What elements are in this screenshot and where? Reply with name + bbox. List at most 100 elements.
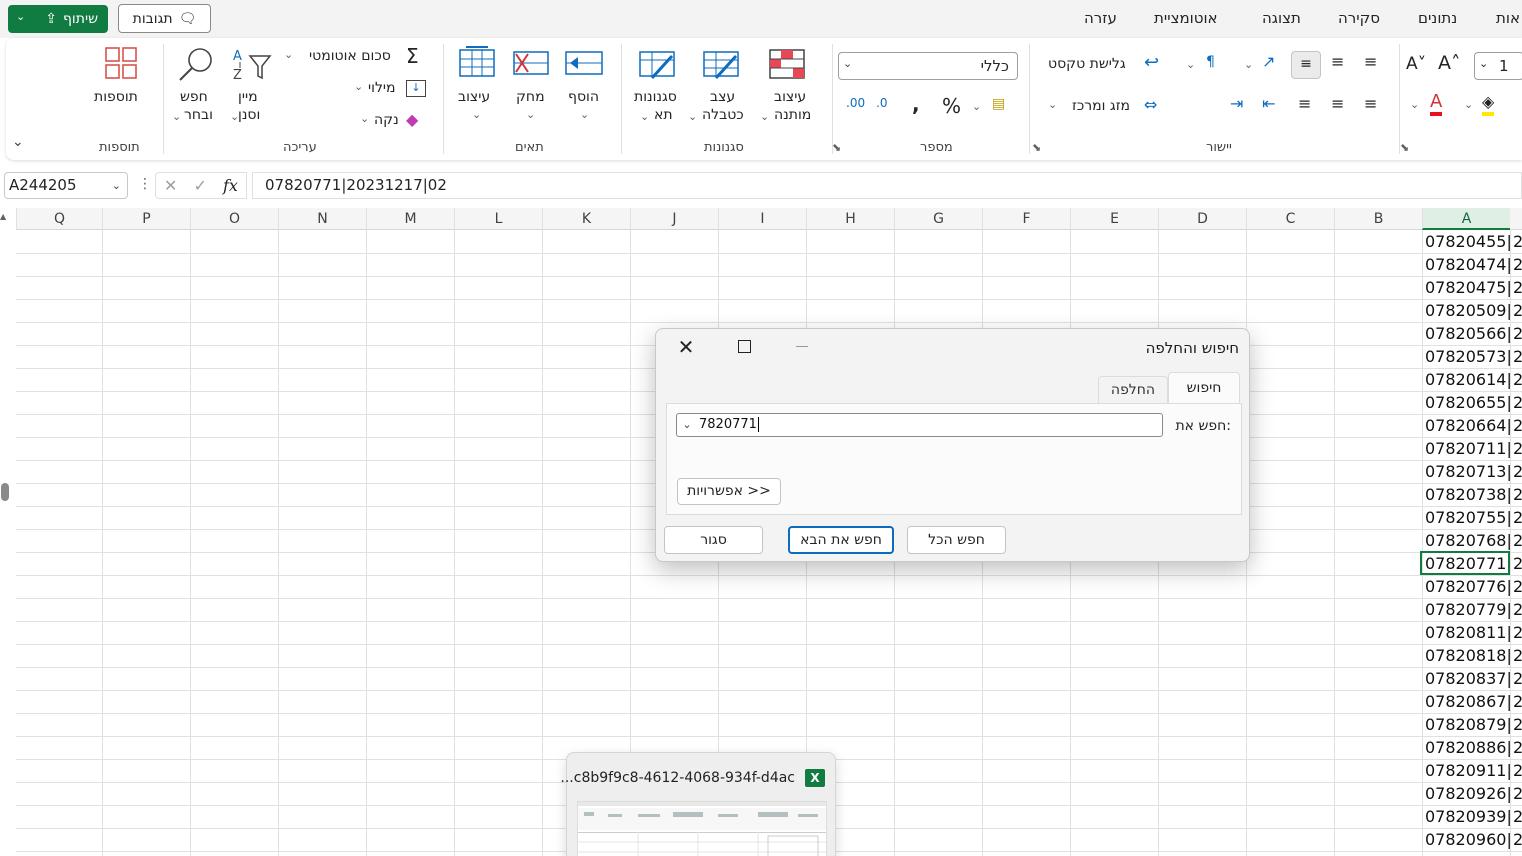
find-all-button[interactable]: חפש הכל	[907, 526, 1006, 554]
insert-function-icon[interactable]: fx	[223, 176, 238, 195]
cell-b[interactable]: 2	[1511, 782, 1522, 805]
cell-a[interactable]: 07820811|	[1422, 621, 1510, 644]
tab-view[interactable]: תצוגה	[1262, 9, 1301, 27]
column-header-b[interactable]: B	[1334, 208, 1422, 230]
column-header-l[interactable]: L	[454, 208, 542, 230]
format-as-table-icon[interactable]	[702, 48, 742, 82]
accounting-format-icon[interactable]: ▤	[992, 96, 1005, 112]
increase-font-icon[interactable]: A˄	[1438, 52, 1461, 74]
find-next-button[interactable]: חפש את הבא	[788, 526, 894, 554]
sort-filter-label-2[interactable]: וסנן	[238, 107, 260, 123]
text-direction-icon[interactable]: ¶	[1206, 54, 1215, 70]
cell-b[interactable]: 2	[1511, 805, 1522, 828]
more-options-icon[interactable]: ⋮	[138, 176, 152, 192]
tab-help[interactable]: עזרה	[1084, 9, 1117, 27]
cell-a[interactable]: 07820455|	[1422, 230, 1510, 253]
cell-styles-label-2[interactable]: תא	[654, 107, 673, 123]
column-header-h[interactable]: H	[806, 208, 894, 230]
fill-down-icon[interactable]: ↓	[406, 80, 426, 97]
taskbar-window-preview[interactable]: ...c8b9f9c8-4612-4068-934f-d4ac X	[560, 752, 836, 856]
conditional-formatting-icon[interactable]	[768, 48, 808, 82]
cell-a[interactable]: 07820475|	[1422, 276, 1510, 299]
find-select-label-1[interactable]: חפש	[180, 89, 208, 105]
chevron-down-icon[interactable]: ⌄	[688, 110, 697, 123]
vertical-scrollbar-thumb[interactable]	[1, 483, 9, 501]
close-icon[interactable]: ✕	[674, 335, 698, 359]
column-header-f[interactable]: F	[982, 208, 1070, 230]
format-as-table-label-1[interactable]: עצב	[710, 89, 735, 105]
cell-a[interactable]: 07820474|	[1422, 253, 1510, 276]
merge-center-icon[interactable]: ⇔	[1144, 95, 1157, 114]
dialog-launcher-icon[interactable]: ⬊	[1400, 141, 1409, 154]
close-button[interactable]: סגור	[664, 526, 763, 554]
sort-filter-icon[interactable]: AZ	[230, 46, 274, 84]
cell-b[interactable]: 2	[1511, 276, 1522, 299]
cell-b[interactable]: 2	[1511, 345, 1522, 368]
cancel-icon[interactable]: ✕	[164, 176, 177, 195]
cell-a[interactable]: 07820818|	[1422, 644, 1510, 667]
fill-color-icon[interactable]: ◈	[1482, 92, 1495, 116]
find-select-icon[interactable]	[176, 46, 216, 84]
cell-a[interactable]: 07820779|	[1422, 598, 1510, 621]
column-header-g[interactable]: G	[894, 208, 982, 230]
column-header-i[interactable]: I	[718, 208, 806, 230]
cell-b[interactable]: 2	[1511, 621, 1522, 644]
bottom-align-icon[interactable]: ≡	[1364, 52, 1377, 71]
addins-button[interactable]: תוספות	[94, 89, 138, 105]
decrease-font-icon[interactable]: A˅	[1406, 54, 1426, 74]
column-header-a[interactable]: A	[1422, 208, 1510, 230]
align-right-icon[interactable]: ≡	[1364, 94, 1377, 113]
autosum-button[interactable]: סכום אוטומטי	[309, 48, 391, 64]
formula-input[interactable]: 07820771|20231217|02	[252, 172, 1522, 199]
chevron-down-icon[interactable]: ⌄	[284, 48, 293, 61]
cell-b[interactable]: 2	[1511, 368, 1522, 391]
column-header-k[interactable]: K	[542, 208, 630, 230]
minimize-icon[interactable]	[796, 346, 808, 347]
cell-b[interactable]: 2	[1511, 437, 1522, 460]
cell-a[interactable]: 07820926|	[1422, 782, 1510, 805]
cell-a[interactable]: 07820614|	[1422, 368, 1510, 391]
cell-b[interactable]: 2	[1511, 460, 1522, 483]
chevron-down-icon[interactable]: ⌄	[580, 108, 589, 121]
cell-b[interactable]: 2	[1511, 713, 1522, 736]
find-select-label-2[interactable]: ובחר	[184, 107, 213, 123]
delete-cells-button[interactable]: מחק	[516, 89, 545, 105]
chevron-down-icon[interactable]: ⌄	[354, 80, 363, 93]
increase-indent-icon[interactable]: ⇤	[1262, 94, 1275, 113]
decrease-decimal-icon[interactable]: .00	[846, 96, 865, 110]
cell-a[interactable]: 07820711|	[1422, 437, 1510, 460]
cell-a[interactable]: 07820713|	[1422, 460, 1510, 483]
cell-a[interactable]: 07820768|	[1422, 529, 1510, 552]
chevron-down-icon[interactable]: ⌄	[1464, 98, 1473, 111]
cell-b[interactable]: 2	[1511, 598, 1522, 621]
cell-b[interactable]: 2	[1511, 575, 1522, 598]
cell-a[interactable]: 07820879|	[1422, 713, 1510, 736]
chevron-down-icon[interactable]: ⌄	[760, 110, 769, 123]
percent-style-icon[interactable]: %	[942, 94, 961, 118]
cell-a[interactable]: 07820664|	[1422, 414, 1510, 437]
decrease-indent-icon[interactable]: ⇥	[1230, 94, 1243, 113]
cell-b[interactable]: 2	[1511, 253, 1522, 276]
chevron-down-icon[interactable]: ⌄	[1479, 57, 1488, 70]
tab-replace[interactable]: החלפה	[1098, 376, 1168, 404]
cell-b[interactable]: 2	[1511, 759, 1522, 782]
cell-a[interactable]: 07820573|	[1422, 345, 1510, 368]
tab-partial[interactable]: אות	[1496, 9, 1520, 27]
column-header-q[interactable]: Q	[16, 208, 102, 230]
column-header-m[interactable]: M	[366, 208, 454, 230]
maximize-icon[interactable]	[738, 340, 751, 353]
sigma-icon[interactable]: Σ	[406, 44, 419, 68]
column-header-p[interactable]: P	[102, 208, 190, 230]
conditional-formatting-label-2[interactable]: מותנה	[774, 107, 811, 123]
cell-b[interactable]: 2	[1511, 506, 1522, 529]
chevron-down-icon[interactable]: ⌄	[230, 110, 239, 123]
check-icon[interactable]: ✓	[194, 176, 207, 195]
column-header-e[interactable]: E	[1070, 208, 1158, 230]
chevron-down-icon[interactable]: ⌄	[16, 10, 25, 23]
tab-data[interactable]: נתונים	[1418, 9, 1457, 27]
eraser-icon[interactable]: ◆	[406, 110, 418, 129]
preview-thumbnail[interactable]	[577, 801, 827, 856]
cell-a[interactable]: 07820886|	[1422, 736, 1510, 759]
cell-a[interactable]: 07820911|	[1422, 759, 1510, 782]
cell-a[interactable]: 07820837|	[1422, 667, 1510, 690]
